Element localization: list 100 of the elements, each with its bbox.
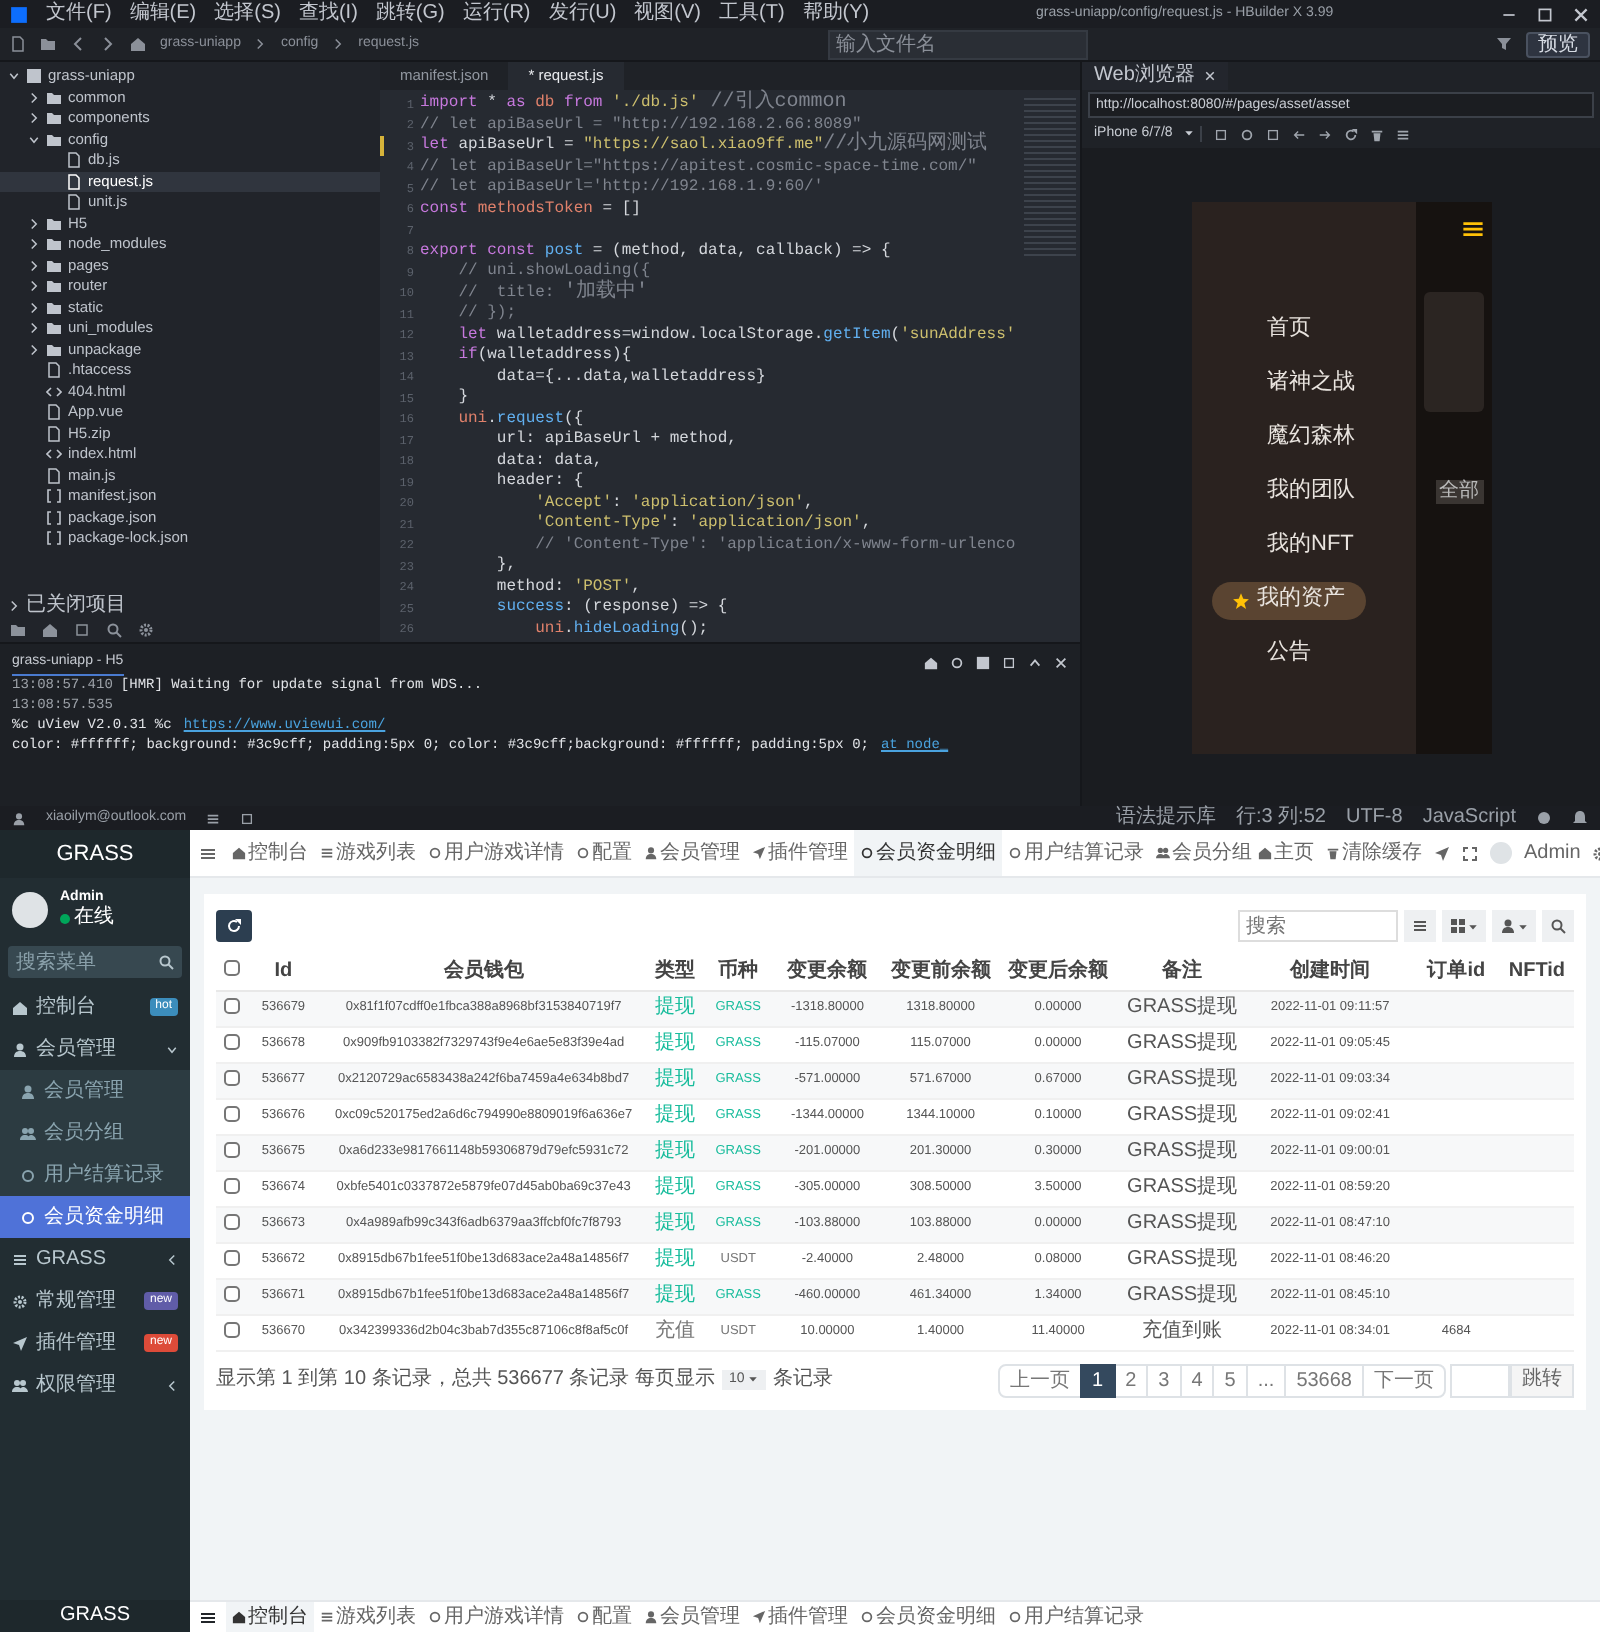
phone-menu-item[interactable]: 诸神之战 <box>1211 365 1375 403</box>
stop-icon[interactable] <box>976 655 990 669</box>
new-file-icon[interactable] <box>10 36 26 52</box>
nav-tab[interactable]: 会员资金明细 <box>854 830 1002 876</box>
square-icon[interactable] <box>74 622 90 638</box>
chevron-up-icon[interactable] <box>1028 655 1042 669</box>
column-header[interactable]: 订单id <box>1412 954 1500 990</box>
menu-item[interactable]: 发行(U) <box>548 2 617 26</box>
settings-icon[interactable] <box>138 622 154 638</box>
home-icon[interactable] <box>130 36 146 52</box>
filter-icon[interactable] <box>1496 36 1513 52</box>
close-icon[interactable] <box>1204 70 1217 82</box>
jump-button[interactable]: 跳转 <box>1510 1363 1574 1397</box>
folder-icon[interactable] <box>40 36 56 52</box>
bell-icon[interactable] <box>1572 810 1588 826</box>
checkbox[interactable] <box>223 1249 240 1266</box>
column-header[interactable]: 创建时间 <box>1247 954 1413 990</box>
clear-cache-link[interactable]: 清除缓存 <box>1326 841 1422 865</box>
nav-tab[interactable]: 会员分组 <box>1150 830 1258 876</box>
browser-tab[interactable]: Web浏览器 <box>1082 62 1229 90</box>
menu-icon[interactable] <box>1461 217 1483 239</box>
square-icon[interactable] <box>1214 127 1229 141</box>
page-link[interactable]: 5 <box>1212 1363 1248 1397</box>
columns-button[interactable] <box>1492 910 1536 942</box>
nav-tab[interactable]: 游戏列表 <box>314 830 422 876</box>
menu-search-field[interactable]: 搜索菜单 <box>8 946 182 978</box>
maximize-icon[interactable] <box>1536 5 1554 23</box>
page-link[interactable]: 3 <box>1146 1363 1182 1397</box>
nav-tab[interactable]: 配置 <box>570 1602 638 1632</box>
nav-tab[interactable]: 会员资金明细 <box>854 1602 1002 1632</box>
checkbox[interactable] <box>223 1141 240 1158</box>
menu-icon[interactable] <box>200 1609 216 1625</box>
checkbox[interactable] <box>223 1177 240 1194</box>
list-icon[interactable] <box>206 811 221 825</box>
forward-icon[interactable] <box>100 36 116 52</box>
sidebar-item[interactable]: 权限管理 <box>0 1364 190 1406</box>
nav-tab[interactable]: 控制台 <box>226 830 314 876</box>
checkbox[interactable] <box>223 1033 240 1050</box>
nav-tab[interactable]: 用户游戏详情 <box>422 1602 570 1632</box>
sidebar-item[interactable]: 会员分组 <box>0 1112 190 1154</box>
list-view-button[interactable] <box>1404 910 1436 942</box>
nav-tab[interactable]: 会员管理 <box>638 1602 746 1632</box>
nav-tab[interactable]: 插件管理 <box>746 1602 854 1632</box>
trash-icon[interactable] <box>1370 127 1385 141</box>
fullscreen-icon[interactable] <box>1462 845 1478 861</box>
search-icon[interactable] <box>106 622 122 638</box>
circle-icon[interactable] <box>1240 127 1255 141</box>
column-header[interactable]: 变更前余额 <box>881 954 1000 990</box>
checkbox[interactable] <box>223 1285 240 1302</box>
page-link[interactable]: 1 <box>1080 1363 1116 1397</box>
checkbox[interactable] <box>223 1105 240 1122</box>
sidebar-item[interactable]: 用户结算记录 <box>0 1154 190 1196</box>
column-header[interactable]: 变更余额 <box>773 954 882 990</box>
nav-tab[interactable]: 插件管理 <box>746 830 854 876</box>
checkbox[interactable] <box>223 1069 240 1086</box>
column-header[interactable]: 币种 <box>703 954 774 990</box>
close-icon[interactable] <box>1572 5 1590 23</box>
refresh-icon[interactable] <box>1344 127 1359 141</box>
send-icon[interactable] <box>1434 845 1450 861</box>
file-search-field[interactable]: 输入文件名 <box>827 29 1088 59</box>
checkbox[interactable] <box>223 959 240 976</box>
grid-view-button[interactable] <box>1442 910 1486 942</box>
nav-tab[interactable]: 会员管理 <box>638 830 746 876</box>
menu-item[interactable]: 帮助(Y) <box>802 2 870 26</box>
nav-tab[interactable]: 用户游戏详情 <box>422 830 570 876</box>
close-icon[interactable] <box>1054 655 1068 669</box>
column-header[interactable]: 备注 <box>1116 954 1248 990</box>
filter-select[interactable]: 全部 <box>1435 479 1483 503</box>
house-icon[interactable] <box>924 655 938 669</box>
checkbox[interactable] <box>223 1213 240 1230</box>
phone-menu-item[interactable]: 我的团队 <box>1211 473 1375 511</box>
page-link[interactable]: 53668 <box>1284 1363 1364 1397</box>
preview-button[interactable]: 预览 <box>1526 31 1591 57</box>
column-header[interactable]: 类型 <box>646 954 704 990</box>
nav-tab[interactable]: 用户结算记录 <box>1002 1602 1150 1632</box>
square-icon[interactable] <box>1266 127 1281 141</box>
checkbox[interactable] <box>223 1321 240 1338</box>
square-icon[interactable] <box>240 811 255 825</box>
home-link[interactable]: 主页 <box>1258 841 1314 865</box>
phone-menu-item[interactable]: 魔幻森林 <box>1211 419 1375 457</box>
nav-tab[interactable]: 游戏列表 <box>314 1602 422 1632</box>
nav-tab[interactable]: 配置 <box>570 830 638 876</box>
search-field[interactable]: 搜索 <box>1238 910 1398 942</box>
list-icon[interactable] <box>1396 127 1411 141</box>
phone-menu-item[interactable]: 我的NFT <box>1211 527 1374 565</box>
menu-item[interactable]: 编辑(E) <box>129 2 197 26</box>
refresh-button[interactable] <box>216 910 252 942</box>
menu-item[interactable]: 查找(I) <box>298 2 358 26</box>
checkbox[interactable] <box>223 997 240 1014</box>
phone-menu-item[interactable]: 我的资产 <box>1211 581 1365 619</box>
column-header[interactable]: 变更后余额 <box>999 954 1117 990</box>
nav-tab[interactable]: 用户结算记录 <box>1002 830 1150 876</box>
circle-icon[interactable] <box>1536 810 1552 826</box>
menu-item[interactable]: 选择(S) <box>214 2 281 26</box>
page-link[interactable]: 上一页 <box>998 1363 1083 1397</box>
house-icon[interactable] <box>42 622 58 638</box>
phone-menu-item[interactable]: 公告 <box>1211 635 1331 673</box>
phone-menu-item[interactable]: 首页 <box>1211 311 1331 349</box>
menu-item[interactable]: 工具(T) <box>719 2 785 26</box>
sidebar-item[interactable]: GRASS <box>0 1238 190 1280</box>
